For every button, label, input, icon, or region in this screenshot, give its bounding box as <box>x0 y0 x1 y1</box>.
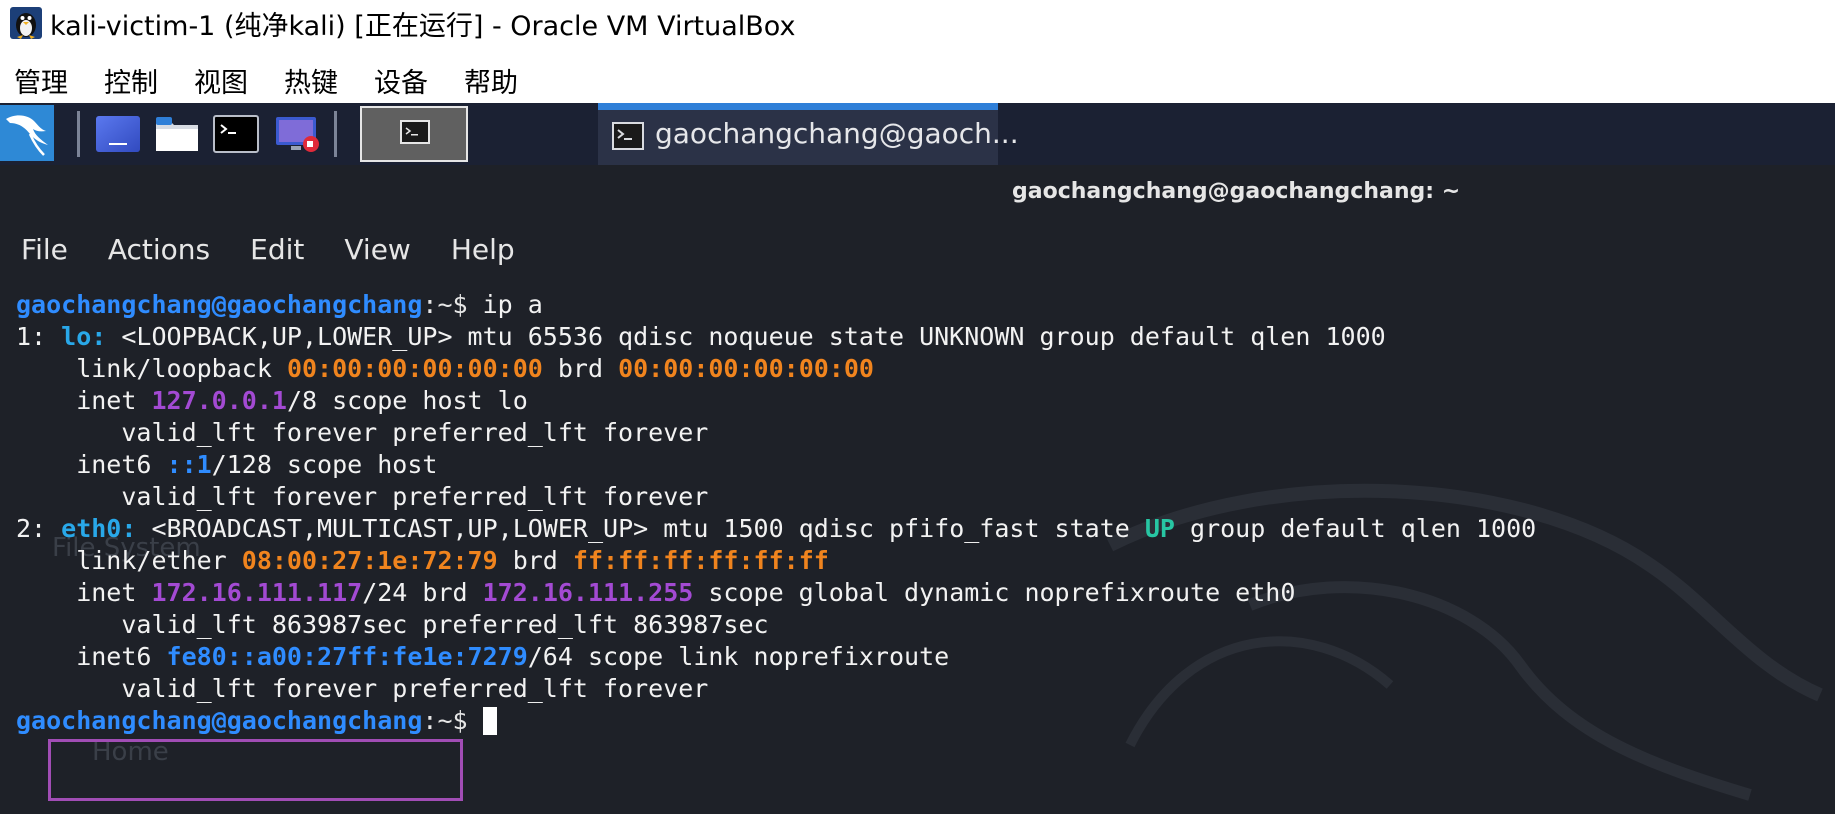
line-text: /8 scope host lo <box>286 386 528 415</box>
menu-help[interactable]: 帮助 <box>462 61 520 100</box>
show-desktop-icon[interactable] <box>95 115 141 153</box>
kali-top-panel: gaochangchang@gaoch... <box>0 103 1835 165</box>
ipv6-address: fe80::a00:27ff:fe1e:7279 <box>166 642 528 671</box>
panel-separator <box>77 111 80 157</box>
menu-devices[interactable]: 设备 <box>372 61 430 100</box>
line-text: /64 scope link noprefixroute <box>527 642 950 671</box>
line-text: scope global dynamic noprefixroute eth0 <box>693 578 1296 607</box>
iface-name: eth0: <box>61 514 137 543</box>
line-text: group default qlen 1000 <box>1174 514 1537 543</box>
terminal-line: 1: lo: <LOOPBACK,UP,LOWER_UP> mtu 65536 … <box>16 321 1536 353</box>
iface-name: lo: <box>61 322 107 351</box>
menu-edit[interactable]: Edit <box>250 233 304 266</box>
prompt-user: gaochangchang@gaochangchang <box>16 706 423 735</box>
terminal-title: gaochangchang@gaochangchang: ~ <box>1012 179 1461 204</box>
line-text: /128 scope host <box>211 450 438 479</box>
workspace-1[interactable] <box>360 106 468 162</box>
mac-address: 08:00:27:1e:72:79 <box>241 546 498 575</box>
terminal-line: inet 172.16.111.117/24 brd 172.16.111.25… <box>16 577 1536 609</box>
window-title: kali-victim-1 (纯净kali) [正在运行] - Oracle V… <box>50 10 796 42</box>
terminal-launcher-icon[interactable] <box>213 115 259 153</box>
terminal-line: inet6 ::1/128 scope host <box>16 449 1536 481</box>
menu-view[interactable]: 视图 <box>192 61 250 100</box>
terminal-line: inet6 fe80::a00:27ff:fe1e:7279/64 scope … <box>16 641 1536 673</box>
ipv4-address: 127.0.0.1 <box>151 386 287 415</box>
highlight-annotation-box <box>48 739 463 801</box>
terminal-output[interactable]: gaochangchang@gaochangchang:~$ ip a 1: lo… <box>16 289 1536 737</box>
active-task-indicator <box>598 103 998 110</box>
line-text: <LOOPBACK,UP,LOWER_UP> mtu 65536 qdisc n… <box>106 322 1386 351</box>
line-text: inet <box>16 578 152 607</box>
terminal-menubar: File Actions Edit View Help <box>0 229 534 269</box>
line-text: brd <box>497 546 573 575</box>
mac-address: 00:00:00:00:00:00 <box>286 354 543 383</box>
ipv4-address: 172.16.111.117 <box>151 578 363 607</box>
vbox-menubar: 管理 控制 视图 热键 设备 帮助 <box>0 57 540 103</box>
kali-menu-button[interactable] <box>0 105 54 161</box>
terminal-line: link/loopback 00:00:00:00:00:00 brd 00:0… <box>16 353 1536 385</box>
terminal-line: valid_lft forever preferred_lft forever <box>16 482 709 511</box>
terminal-window[interactable]: File System Home gaochangchang@gaochangc… <box>0 165 1835 814</box>
ipv6-address: ::1 <box>166 450 212 479</box>
line-text: inet <box>16 386 152 415</box>
prompt-path: :~$ <box>422 290 468 319</box>
terminal-window-icon <box>400 120 430 144</box>
line-text: /24 brd <box>362 578 483 607</box>
terminal-line: gaochangchang@gaochangchang:~$ ip a <box>16 289 1536 321</box>
menu-help[interactable]: Help <box>451 233 515 266</box>
prompt-path: :~$ <box>422 706 468 735</box>
broadcast-address: 172.16.111.255 <box>482 578 694 607</box>
line-text: brd <box>542 354 619 383</box>
terminal-task-icon <box>612 122 644 150</box>
menu-hotkeys[interactable]: 热键 <box>282 61 340 100</box>
line-text: 2: <box>16 514 62 543</box>
menu-actions[interactable]: Actions <box>108 233 210 266</box>
mac-address: 00:00:00:00:00:00 <box>618 354 874 383</box>
taskbar-terminal-button[interactable]: gaochangchang@gaoch... <box>598 103 1019 165</box>
terminal-line: 2: eth0: <BROADCAST,MULTICAST,UP,LOWER_U… <box>16 513 1536 545</box>
terminal-line: gaochangchang@gaochangchang:~$ <box>16 705 1536 737</box>
line-text: inet6 <box>16 642 167 671</box>
virtualbox-logo-icon <box>10 7 42 39</box>
line-text: 1: <box>16 322 62 351</box>
terminal-line: valid_lft 863987sec preferred_lft 863987… <box>16 610 769 639</box>
menu-view[interactable]: View <box>344 233 410 266</box>
line-text: <BROADCAST,MULTICAST,UP,LOWER_UP> mtu 15… <box>136 514 1145 543</box>
terminal-line: valid_lft forever preferred_lft forever <box>16 418 709 447</box>
link-state: UP <box>1144 514 1175 543</box>
terminal-line: valid_lft forever preferred_lft forever <box>16 674 709 703</box>
file-manager-icon[interactable] <box>154 115 200 153</box>
command-text: ip a <box>467 290 543 319</box>
line-text: link/loopback <box>16 354 287 383</box>
terminal-line: inet 127.0.0.1/8 scope host lo <box>16 385 1536 417</box>
line-text: link/ether <box>16 546 242 575</box>
task-label: gaochangchang@gaoch... <box>655 117 1019 150</box>
mac-address: ff:ff:ff:ff:ff:ff <box>572 546 829 575</box>
terminal-line: link/ether 08:00:27:1e:72:79 brd ff:ff:f… <box>16 545 1536 577</box>
prompt-user: gaochangchang@gaochangchang <box>16 290 423 319</box>
text-cursor <box>482 707 497 735</box>
window-title-bar: kali-victim-1 (纯净kali) [正在运行] - Oracle V… <box>0 0 1835 46</box>
kali-dragon-icon <box>6 115 48 156</box>
screen-recorder-icon[interactable] <box>275 115 321 153</box>
line-text: inet6 <box>16 450 167 479</box>
menu-file[interactable]: File <box>21 233 68 266</box>
menu-manage[interactable]: 管理 <box>12 61 70 100</box>
panel-separator <box>334 111 337 157</box>
menu-control[interactable]: 控制 <box>102 61 160 100</box>
